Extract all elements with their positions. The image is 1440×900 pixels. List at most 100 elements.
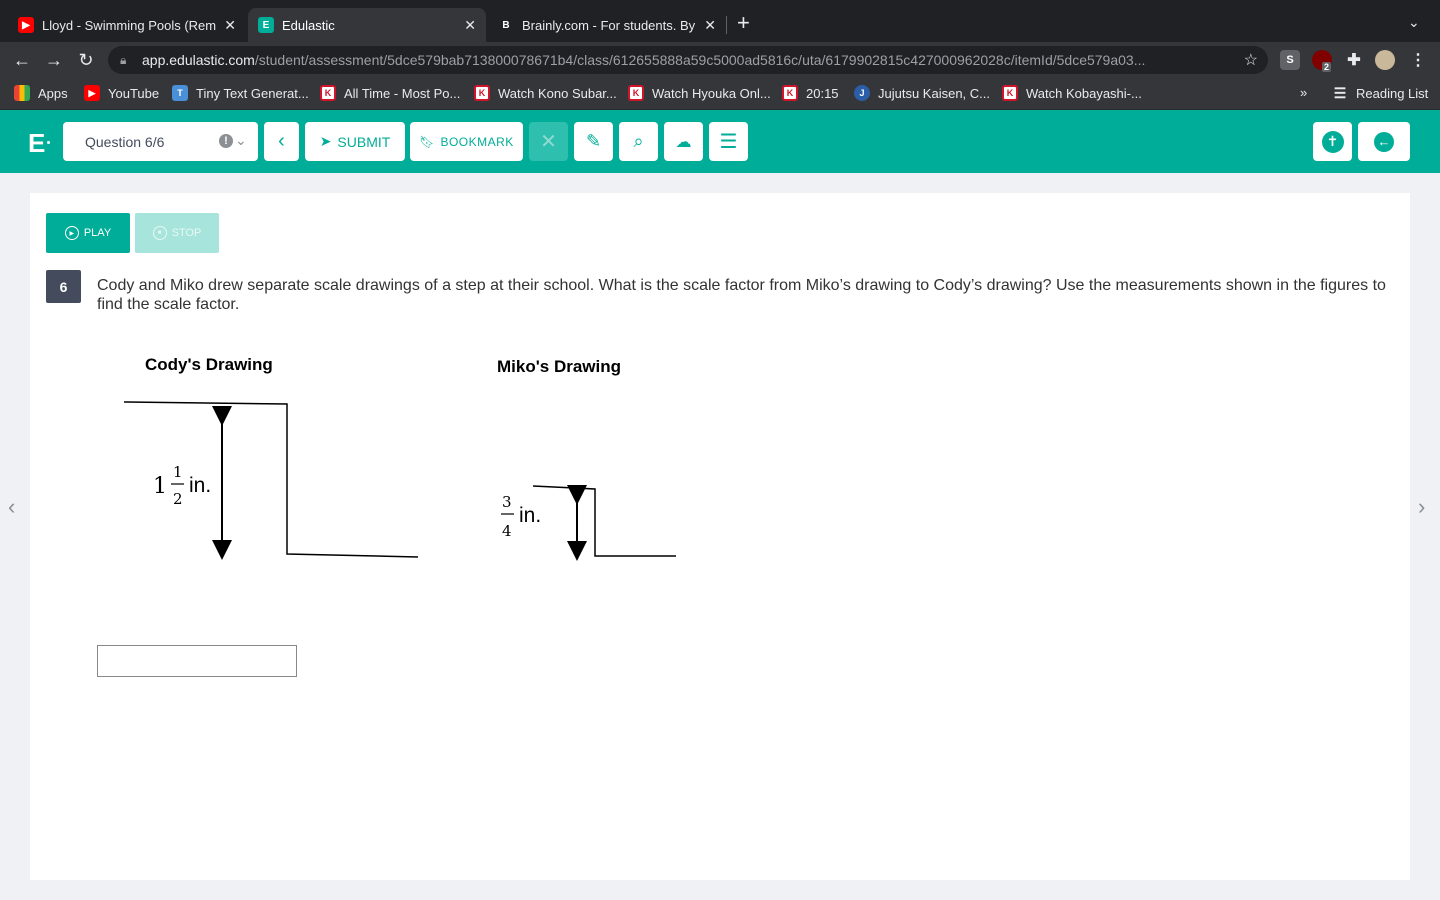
tab-title: Brainly.com - For students. By xyxy=(522,17,696,33)
forward-button[interactable]: → xyxy=(42,48,66,72)
tab-edulastic[interactable]: E Edulastic ✕ xyxy=(248,8,486,42)
assessment-header: E Question 6/6 ! ⌄ ‹ ➤ SUBMIT 🔖︎ BOOKMAR… xyxy=(0,110,1440,173)
bookmark-all-time[interactable]: K All Time - Most Po... xyxy=(320,85,460,101)
cody-denominator: 2 xyxy=(173,490,183,508)
youtube-icon: ▶ xyxy=(18,17,34,33)
stop-icon: ■ xyxy=(152,226,167,240)
bookmark-label: BOOKMARK xyxy=(440,134,514,149)
prev-page-arrow-icon[interactable]: ‹ xyxy=(8,494,15,520)
browser-toolbar: ← → ↻ 🔒︎ app.edulastic.com /student/asse… xyxy=(0,42,1440,78)
bookmark-label: 20:15 xyxy=(806,85,839,101)
url-host: app.edulastic.com xyxy=(142,52,255,68)
next-page-arrow-icon[interactable]: › xyxy=(1418,494,1425,520)
edulastic-logo: E xyxy=(28,128,46,158)
bookmark-icon: 🔖︎ xyxy=(419,134,435,149)
new-tab-button[interactable]: + xyxy=(737,12,750,34)
exit-button[interactable]: ← xyxy=(1358,122,1410,161)
browser-menu-icon[interactable]: ⋮ xyxy=(1408,50,1428,70)
bookmark-hyouka[interactable]: K Watch Hyouka Onl... xyxy=(628,85,771,101)
bookmarks-overflow-button[interactable]: » xyxy=(1300,85,1307,100)
reading-list-icon: ☰ xyxy=(1333,84,1347,101)
play-icon: ▶ xyxy=(64,226,79,240)
chevron-left-icon: ‹ xyxy=(278,130,285,152)
question-selector-label: Question 6/6 xyxy=(85,133,165,150)
bookmark-star-icon[interactable]: ☆ xyxy=(1244,50,1258,70)
tab-youtube[interactable]: ▶ Lloyd - Swimming Pools (Remi ✕ xyxy=(8,8,246,42)
extension-ublock-icon[interactable]: 2 xyxy=(1312,50,1332,72)
kissanime-icon: K xyxy=(782,85,798,101)
cody-drawing-title: Cody's Drawing xyxy=(145,355,273,374)
tab-search-chevron-icon[interactable]: ⌄ xyxy=(1408,14,1420,31)
answer-input[interactable] xyxy=(97,645,297,677)
edulastic-icon: E xyxy=(258,17,274,33)
cody-step-outline xyxy=(123,401,419,558)
address-bar[interactable]: 🔒︎ app.edulastic.com /student/assessment… xyxy=(108,46,1268,74)
scratchpad-tool-button[interactable]: ✎ xyxy=(574,122,613,161)
tab-brainly[interactable]: B Brainly.com - For students. By ✕ xyxy=(488,8,726,42)
reading-list-button[interactable]: ☰ Reading List xyxy=(1332,84,1429,101)
cody-whole-number: 1 xyxy=(153,474,167,499)
question-selector[interactable]: Question 6/6 ! ⌄ xyxy=(63,122,258,161)
miko-unit: in. xyxy=(519,504,541,527)
tab-title: Edulastic xyxy=(282,17,335,33)
overflow-label: » xyxy=(1300,85,1308,100)
youtube-icon: ▶ xyxy=(84,85,100,101)
brainly-icon: B xyxy=(502,19,510,31)
bookmark-jujutsu[interactable]: J Jujutsu Kaisen, C... xyxy=(854,85,990,101)
bookmark-apps[interactable]: Apps xyxy=(14,85,68,101)
send-icon: ➤ xyxy=(319,133,332,149)
search-icon: ⌕ xyxy=(633,131,644,151)
extension-s-icon[interactable]: S xyxy=(1280,50,1300,70)
magnifier-tool-button[interactable]: ⌕ xyxy=(619,122,658,161)
bookmark-button[interactable]: 🔖︎ BOOKMARK xyxy=(410,122,523,161)
close-icon: ✕ xyxy=(540,131,557,153)
tab-separator xyxy=(726,16,727,34)
close-tab-icon[interactable]: ✕ xyxy=(224,17,236,34)
bookmark-youtube[interactable]: ▶ YouTube xyxy=(84,85,159,101)
previous-question-button[interactable]: ‹ xyxy=(264,122,299,161)
reading-list-label: Reading List xyxy=(1356,85,1429,101)
jujutsu-icon: J xyxy=(854,85,870,101)
bookmark-label: YouTube xyxy=(108,85,160,101)
bookmark-kono-subaru[interactable]: K Watch Kono Subar... xyxy=(474,85,617,101)
bookmark-label: Jujutsu Kaisen, C... xyxy=(878,85,990,101)
bookmark-label: Apps xyxy=(38,85,68,101)
close-tab-icon[interactable]: ✕ xyxy=(704,17,716,34)
reload-button[interactable]: ↻ xyxy=(74,48,98,72)
profile-avatar[interactable] xyxy=(1375,50,1395,70)
stop-button[interactable]: ■ STOP xyxy=(135,213,219,253)
stop-label: STOP xyxy=(171,227,202,239)
play-button[interactable]: ▶ PLAY xyxy=(46,213,130,253)
tab-title: Lloyd - Swimming Pools (Remi xyxy=(42,17,217,33)
extensions-puzzle-icon[interactable]: ✚ xyxy=(1344,50,1364,70)
close-tab-icon[interactable]: ✕ xyxy=(464,17,476,34)
miko-numerator: 3 xyxy=(502,493,512,511)
bookmark-label: Watch Kobayashi-... xyxy=(1026,85,1142,101)
back-button[interactable]: ← xyxy=(10,48,34,72)
apps-grid-icon xyxy=(14,85,30,101)
bookmark-tiny-text[interactable]: T Tiny Text Generat... xyxy=(172,85,309,101)
question-number: 6 xyxy=(46,270,81,303)
cody-numerator: 1 xyxy=(173,463,183,481)
extension-badge: 2 xyxy=(1322,62,1332,72)
cloud-upload-icon: ☁ xyxy=(675,133,692,151)
scratchpad-icon: ✎ xyxy=(585,131,602,151)
play-label: PLAY xyxy=(83,227,112,239)
bookmark-label: Watch Kono Subar... xyxy=(498,85,617,101)
url-path: /student/assessment/5dce579bab7138000786… xyxy=(254,52,1146,68)
accessibility-button[interactable]: ✝ xyxy=(1313,122,1352,161)
save-cloud-button[interactable]: ☁ xyxy=(664,122,703,161)
bookmarks-bar: Apps ▶ YouTube T Tiny Text Generat... K … xyxy=(0,78,1440,110)
menu-button[interactable]: ☰ xyxy=(709,122,748,161)
bookmark-2015[interactable]: K 20:15 xyxy=(782,85,839,101)
hamburger-icon: ☰ xyxy=(719,131,738,153)
kissanime-icon: K xyxy=(628,85,644,101)
crossout-tool-button[interactable]: ✕ xyxy=(529,122,568,161)
miko-denominator: 4 xyxy=(502,522,512,540)
kissanime-icon: K xyxy=(474,85,490,101)
submit-label: SUBMIT xyxy=(337,133,391,150)
miko-step-outline xyxy=(532,485,676,557)
bookmark-kobayashi[interactable]: K Watch Kobayashi-... xyxy=(1002,85,1142,101)
submit-button[interactable]: ➤ SUBMIT xyxy=(305,122,405,161)
logo-dot xyxy=(47,141,50,144)
